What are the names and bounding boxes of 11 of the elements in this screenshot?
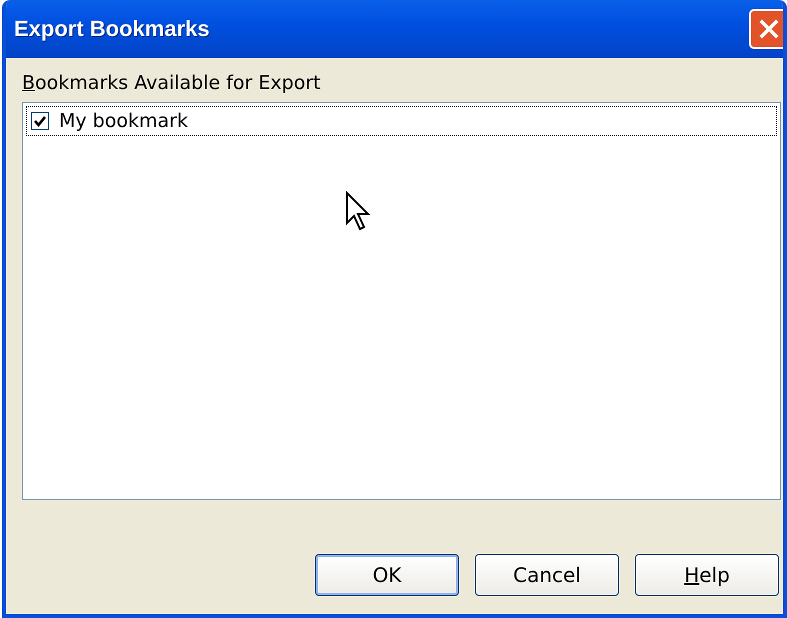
list-label: Bookmarks Available for Export: [22, 72, 322, 94]
close-button[interactable]: [749, 9, 783, 49]
item-label: My bookmark: [59, 110, 188, 132]
dialog-button[interactable]: Help: [635, 554, 779, 596]
window-title: Export Bookmarks: [14, 16, 210, 42]
close-icon: [758, 18, 780, 40]
checkbox[interactable]: [31, 112, 49, 130]
dialog-button[interactable]: OK: [315, 554, 459, 596]
dialog-button[interactable]: Cancel: [475, 554, 619, 596]
mouse-pointer-icon: [345, 191, 371, 231]
list-item[interactable]: My bookmark: [26, 106, 777, 136]
